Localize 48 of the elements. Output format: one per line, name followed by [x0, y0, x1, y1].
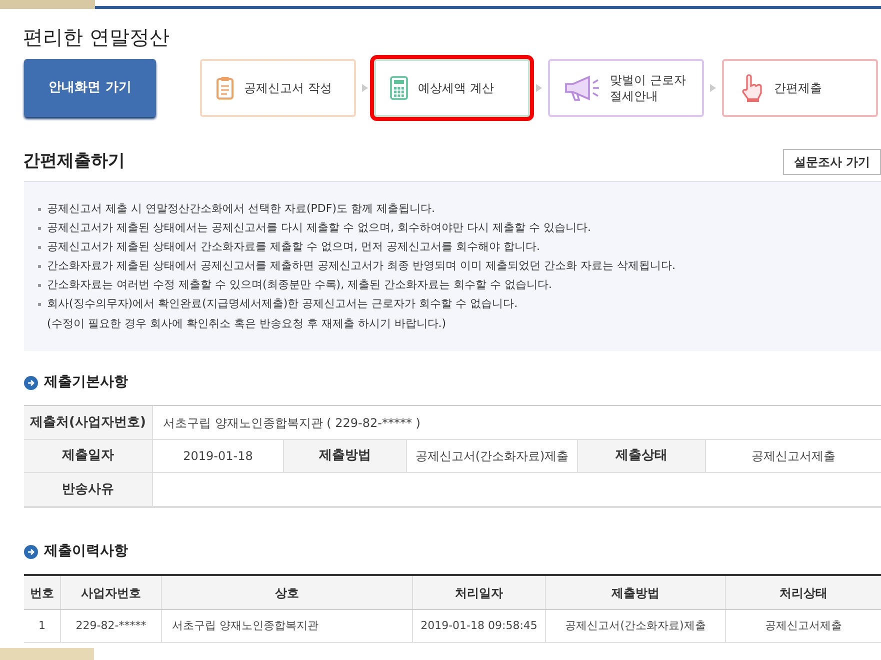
column-header: 제출방법 [545, 576, 725, 609]
page-title: 편리한 연말정산 [23, 24, 170, 50]
table-cell: 229-82-***** [60, 610, 161, 642]
column-header: 사업자번호 [60, 576, 161, 609]
arrow-bullet-icon [24, 544, 38, 558]
column-header: 처리일자 [412, 576, 545, 609]
home-button[interactable]: 안내화면 가기 [24, 59, 156, 117]
notice-text: 공제신고서 제출 시 연말정산간소화에서 선택한 자료(PDF)도 함께 제출됩니다. [47, 201, 435, 218]
table-cell: 공제신고서제출 [725, 610, 881, 642]
step-button[interactable]: 맞벌이 근로자 절세안내 [548, 59, 704, 117]
notice-text: 공제신고서가 제출된 상태에서 간소화자료를 제출할 수 없으며, 먼저 공제신고서를 회수해야 합니다. [47, 239, 540, 256]
step-button[interactable]: 간편제출 [722, 59, 878, 117]
label-cell: 반송사유 [24, 473, 152, 506]
column-header: 처리상태 [725, 576, 881, 609]
label-cell: 제출방법 [283, 440, 406, 473]
notice-note: (수정이 필요한 경우 회사에 확인취소 혹은 반송요청 후 재제출 하시기 바랍니다.) [46, 316, 446, 332]
section-heading: 제출이력사항 [44, 542, 128, 561]
bullet-icon [38, 227, 41, 230]
notice-text: 공제신고서가 제출된 상태에서는 공제신고서를 다시 제출할 수 없으며, 회수하여야만 다시 제출할 수 있습니다. [47, 220, 591, 236]
section-heading: 제출기본사항 [44, 373, 128, 392]
table-cell-text: 1 [38, 618, 46, 634]
table-cell: 2019-01-18 09:58:45 [412, 610, 545, 642]
notice-text: 회사(징수의무자)에서 확인완료(지급명세서제출)한 공제신고서는 근로자가 회수할 수 없습니다. [47, 296, 518, 312]
value-cell: 공제신고서제출 [705, 440, 881, 473]
label-cell: 제출처(사업자번호) [24, 406, 152, 440]
step-button[interactable]: 공제신고서 작성 [200, 59, 356, 117]
notice-text: 간소화자료가 제출된 상태에서 공제신고서를 제출하면 공제신고서가 최종 반영되며 이미 제출되었던 간소화 자료는 삭제됩니다. [47, 258, 676, 274]
bullet-icon [38, 265, 41, 268]
table-cell: 공제신고서(간소화자료)제출 [545, 610, 725, 642]
bullet-icon [38, 246, 41, 249]
clipboard-icon [216, 76, 234, 100]
chevron-icon [710, 84, 716, 92]
arrow-bullet-icon [24, 376, 38, 390]
section-title: 간편제출하기 [23, 150, 125, 174]
megaphone-icon [564, 75, 600, 101]
bullet-icon [38, 208, 41, 211]
column-header: 상호 [161, 576, 412, 609]
column-header: 번호 [29, 584, 55, 602]
bullet-icon [38, 284, 41, 287]
notice-text: 간소화자료는 여러번 수정 제출할 수 있으며(최종분만 수록), 제출된 간소화자료는 회수할 수 없습니다. [47, 277, 552, 294]
survey-button[interactable]: 설문조사 가기 [782, 149, 881, 175]
label-cell: 제출상태 [577, 440, 705, 473]
chevron-icon [536, 84, 542, 92]
calculator-icon [390, 76, 408, 100]
bullet-icon [38, 303, 41, 306]
label-cell: 제출일자 [24, 440, 152, 473]
table-cell: 서초구립 양재노인종합복지관 [161, 610, 412, 642]
chevron-icon [362, 84, 368, 92]
